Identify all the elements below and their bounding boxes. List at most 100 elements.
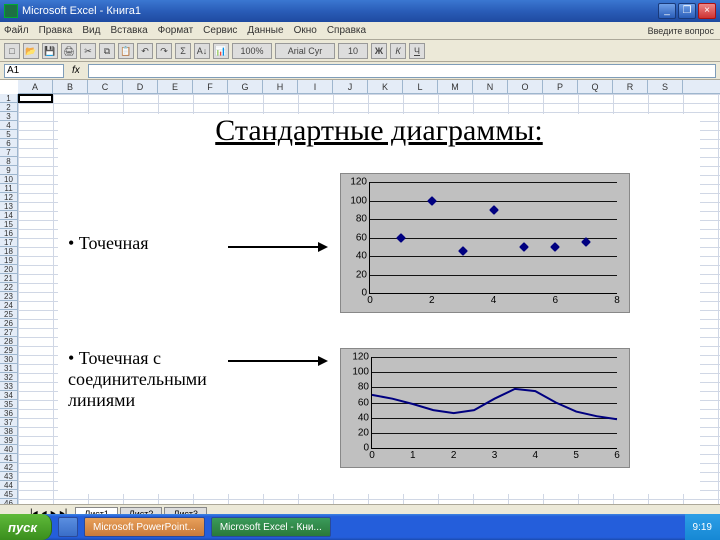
- row-header[interactable]: 13: [0, 202, 17, 211]
- row-header[interactable]: 35: [0, 400, 17, 409]
- row-header[interactable]: 9: [0, 166, 17, 175]
- row-header[interactable]: 3: [0, 112, 17, 121]
- sort-asc-icon[interactable]: A↓: [194, 43, 210, 59]
- row-header[interactable]: 34: [0, 391, 17, 400]
- taskbar-item-1[interactable]: [58, 517, 78, 537]
- row-header[interactable]: 41: [0, 454, 17, 463]
- bold-icon[interactable]: Ж: [371, 43, 387, 59]
- taskbar-item-powerpoint[interactable]: Microsoft PowerPoint...: [84, 517, 205, 537]
- row-header[interactable]: 24: [0, 301, 17, 310]
- row-header[interactable]: 12: [0, 193, 17, 202]
- row-header[interactable]: 17: [0, 238, 17, 247]
- close-button[interactable]: ×: [698, 3, 716, 19]
- menu-data[interactable]: Данные: [247, 25, 283, 36]
- column-header[interactable]: O: [508, 80, 543, 93]
- row-header[interactable]: 39: [0, 436, 17, 445]
- row-header[interactable]: 23: [0, 292, 17, 301]
- row-header[interactable]: 1: [0, 94, 17, 103]
- row-header[interactable]: 43: [0, 472, 17, 481]
- column-header[interactable]: P: [543, 80, 578, 93]
- row-header[interactable]: 22: [0, 283, 17, 292]
- column-header[interactable]: C: [88, 80, 123, 93]
- column-header[interactable]: B: [53, 80, 88, 93]
- menu-format[interactable]: Формат: [158, 25, 194, 36]
- row-header[interactable]: 14: [0, 211, 17, 220]
- row-header[interactable]: 16: [0, 229, 17, 238]
- column-header[interactable]: F: [193, 80, 228, 93]
- column-header[interactable]: N: [473, 80, 508, 93]
- row-header[interactable]: 7: [0, 148, 17, 157]
- cells-area[interactable]: Стандартные диаграммы: • Точечная 020406…: [18, 94, 720, 504]
- column-header[interactable]: I: [298, 80, 333, 93]
- maximize-button[interactable]: ❐: [678, 3, 696, 19]
- row-header[interactable]: 18: [0, 247, 17, 256]
- chart-icon[interactable]: 📊: [213, 43, 229, 59]
- minimize-button[interactable]: _: [658, 3, 676, 19]
- row-header[interactable]: 11: [0, 184, 17, 193]
- taskbar-item-excel[interactable]: Microsoft Excel - Кни...: [211, 517, 331, 537]
- column-header[interactable]: S: [648, 80, 683, 93]
- row-header[interactable]: 32: [0, 373, 17, 382]
- row-header[interactable]: 10: [0, 175, 17, 184]
- system-tray[interactable]: 9:19: [685, 514, 720, 540]
- row-header[interactable]: 33: [0, 382, 17, 391]
- row-header[interactable]: 4: [0, 121, 17, 130]
- column-header[interactable]: G: [228, 80, 263, 93]
- open-icon[interactable]: 📂: [23, 43, 39, 59]
- row-header[interactable]: 30: [0, 355, 17, 364]
- column-header[interactable]: H: [263, 80, 298, 93]
- row-header[interactable]: 26: [0, 319, 17, 328]
- column-header[interactable]: L: [403, 80, 438, 93]
- underline-icon[interactable]: Ч: [409, 43, 425, 59]
- fx-icon[interactable]: fx: [68, 65, 84, 76]
- row-header[interactable]: 8: [0, 157, 17, 166]
- print-icon[interactable]: 🖨: [61, 43, 77, 59]
- row-header[interactable]: 27: [0, 328, 17, 337]
- row-header[interactable]: 40: [0, 445, 17, 454]
- menu-file[interactable]: Файл: [4, 25, 29, 36]
- column-header[interactable]: A: [18, 80, 53, 93]
- row-header[interactable]: 5: [0, 130, 17, 139]
- undo-icon[interactable]: ↶: [137, 43, 153, 59]
- row-header[interactable]: 29: [0, 346, 17, 355]
- row-header[interactable]: 6: [0, 139, 17, 148]
- column-header[interactable]: J: [333, 80, 368, 93]
- row-header[interactable]: 44: [0, 481, 17, 490]
- menu-window[interactable]: Окно: [294, 25, 317, 36]
- copy-icon[interactable]: ⧉: [99, 43, 115, 59]
- menu-insert[interactable]: Вставка: [110, 25, 147, 36]
- row-header[interactable]: 25: [0, 310, 17, 319]
- column-header[interactable]: D: [123, 80, 158, 93]
- row-header[interactable]: 19: [0, 256, 17, 265]
- row-header[interactable]: 38: [0, 427, 17, 436]
- save-icon[interactable]: 💾: [42, 43, 58, 59]
- column-header[interactable]: Q: [578, 80, 613, 93]
- formula-input[interactable]: [88, 64, 716, 78]
- font-select[interactable]: Arial Cyr: [275, 43, 335, 59]
- paste-icon[interactable]: 📋: [118, 43, 134, 59]
- new-icon[interactable]: □: [4, 43, 20, 59]
- menu-tools[interactable]: Сервис: [203, 25, 237, 36]
- menu-view[interactable]: Вид: [82, 25, 100, 36]
- row-header[interactable]: 31: [0, 364, 17, 373]
- row-header[interactable]: 21: [0, 274, 17, 283]
- row-header[interactable]: 20: [0, 265, 17, 274]
- row-header[interactable]: 2: [0, 103, 17, 112]
- help-question-box[interactable]: Введите вопрос: [646, 25, 716, 37]
- redo-icon[interactable]: ↷: [156, 43, 172, 59]
- row-header[interactable]: 28: [0, 337, 17, 346]
- font-size-select[interactable]: 10: [338, 43, 368, 59]
- column-header[interactable]: E: [158, 80, 193, 93]
- row-header[interactable]: 36: [0, 409, 17, 418]
- start-button[interactable]: пуск: [0, 514, 52, 540]
- zoom-icon[interactable]: 100%: [232, 43, 272, 59]
- menu-help[interactable]: Справка: [327, 25, 366, 36]
- cut-icon[interactable]: ✂: [80, 43, 96, 59]
- menu-edit[interactable]: Правка: [39, 25, 73, 36]
- row-header[interactable]: 45: [0, 490, 17, 499]
- column-header[interactable]: M: [438, 80, 473, 93]
- row-header[interactable]: 37: [0, 418, 17, 427]
- italic-icon[interactable]: К: [390, 43, 406, 59]
- row-header[interactable]: 15: [0, 220, 17, 229]
- row-header[interactable]: 42: [0, 463, 17, 472]
